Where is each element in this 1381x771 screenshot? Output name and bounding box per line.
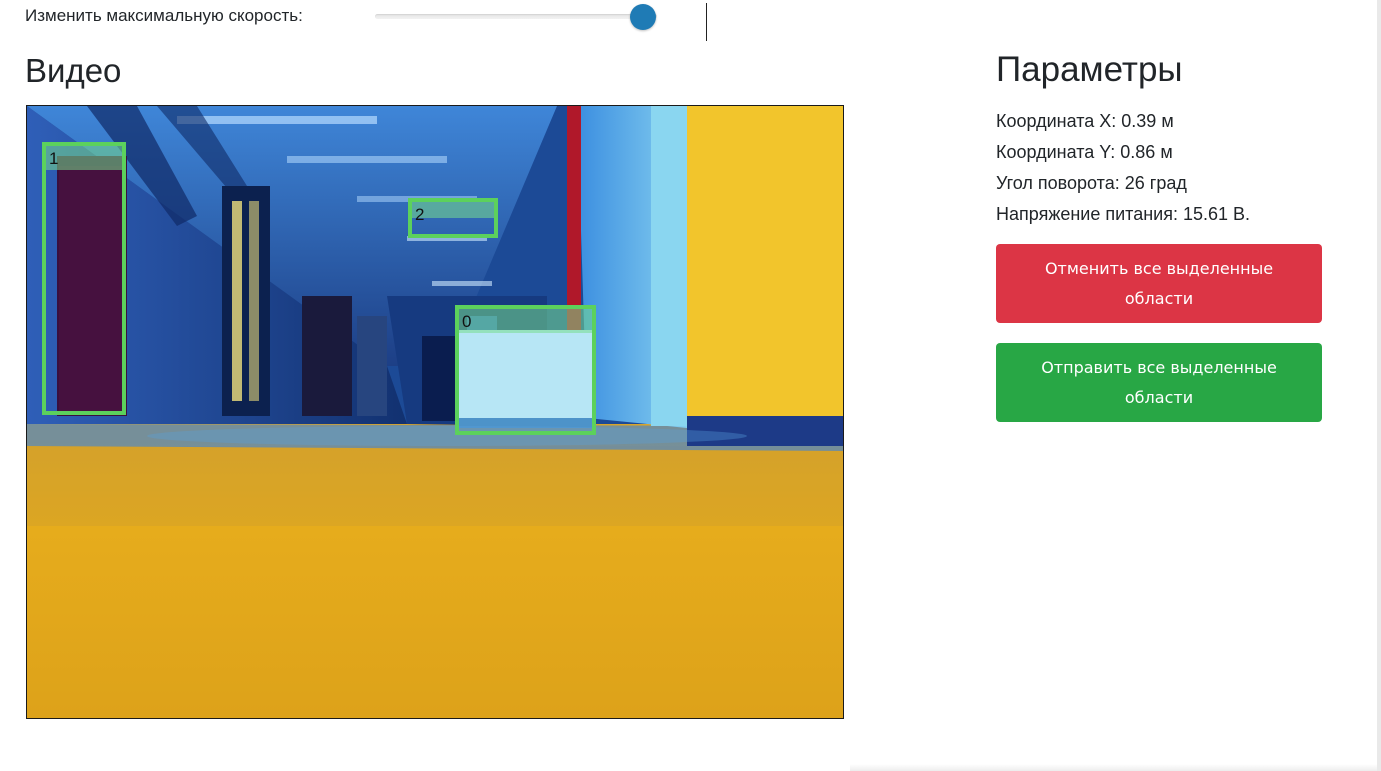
selection-region-1[interactable]: 1 <box>42 142 126 415</box>
bottom-shadow <box>850 764 1377 771</box>
params-title: Параметры <box>996 50 1183 89</box>
voltage-readout: Напряжение питания: 15.61 В. <box>996 204 1251 224</box>
speed-slider-thumb[interactable] <box>629 4 656 30</box>
selection-region-2[interactable]: 2 <box>408 198 498 238</box>
selection-region-id: 1 <box>49 149 59 168</box>
coord-y-readout: Координата Y: 0.86 м <box>996 142 1173 162</box>
text-cursor-divider <box>706 3 707 41</box>
speed-control: Изменить максимальную скорость: <box>25 3 657 30</box>
selection-region-id: 0 <box>462 312 472 331</box>
cancel-selections-button[interactable]: Отменить все выделенные области <box>996 244 1322 323</box>
params-list: Координата X: 0.39 м Координата Y: 0.86 … <box>996 106 1250 230</box>
speed-slider-track[interactable] <box>375 14 657 19</box>
selection-region-0[interactable]: 0 <box>455 305 596 435</box>
send-selections-button[interactable]: Отправить все выделенные области <box>996 343 1322 422</box>
angle-readout: Угол поворота: 26 град <box>996 173 1187 193</box>
coord-x-readout: Координата X: 0.39 м <box>996 111 1174 131</box>
video-frame[interactable]: 1 2 0 <box>26 105 844 719</box>
speed-slider[interactable] <box>375 4 657 30</box>
video-title: Видео <box>25 52 122 89</box>
selection-region-header <box>459 309 592 333</box>
page: Изменить максимальную скорость: Видео 1 … <box>0 0 1381 771</box>
selection-region-id: 2 <box>415 205 425 224</box>
speed-label: Изменить максимальную скорость: <box>25 6 303 25</box>
scrollbar-edge <box>1377 0 1381 771</box>
